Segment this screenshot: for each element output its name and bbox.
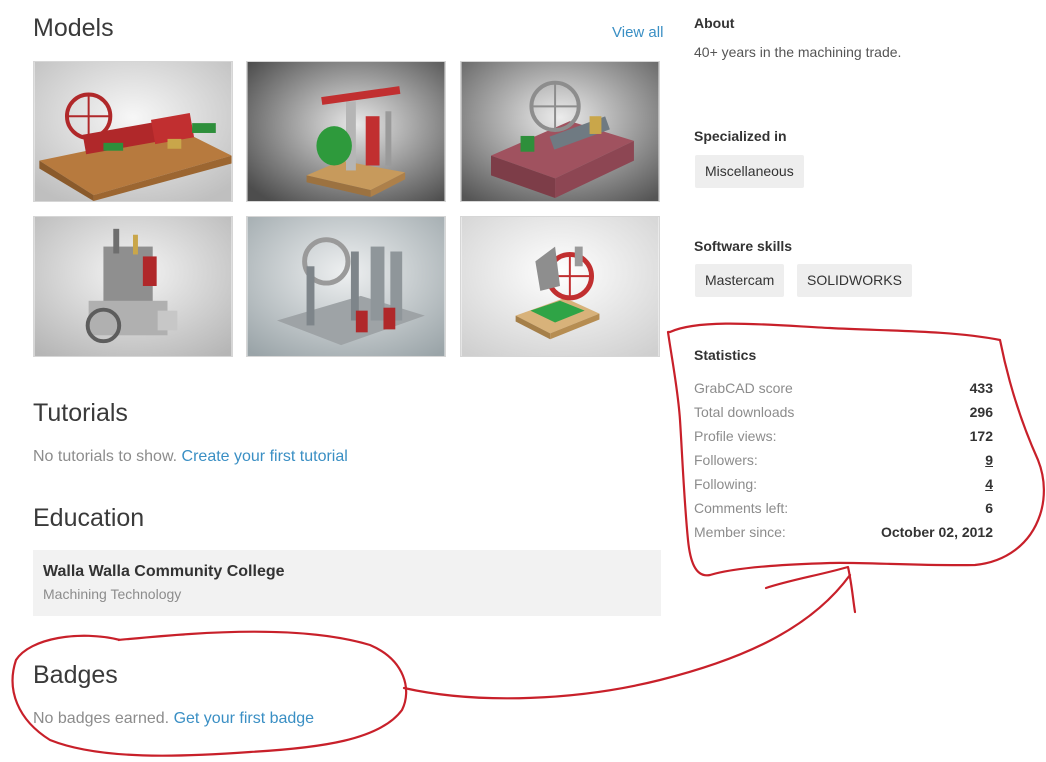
stat-row-profile-views: Profile views: 172 [694,424,993,448]
model-thumbnail-3[interactable] [460,61,660,202]
stat-value: 172 [969,428,993,444]
tag-software-mastercam[interactable]: Mastercam [695,264,785,297]
following-count-link[interactable]: 4 [985,476,993,492]
stat-value: October 02, 2012 [880,524,993,540]
about-heading: About [694,15,735,31]
stat-label: Comments left: [694,500,789,516]
stat-label: Total downloads [694,404,795,420]
software-skills-heading: Software skills [694,238,793,254]
get-first-badge-link[interactable]: Get your first badge [174,710,315,727]
column-engine-image [247,217,445,356]
stat-label: Followers: [694,452,758,468]
stat-row-member-since: Member since: October 02, 2012 [694,520,993,544]
beam-engine-image [247,62,445,201]
stat-row-grabcad-score: GrabCAD score 433 [694,376,993,400]
education-card: Walla Walla Community College Machining … [33,550,661,616]
statistics-list: GrabCAD score 433 Total downloads 296 Pr… [694,376,993,544]
statistics-heading: Statistics [694,347,757,363]
badges-circle-annotation [11,630,408,757]
tag-specialized-miscellaneous[interactable]: Miscellaneous [695,155,804,188]
badges-empty-text: No badges earned. [33,710,170,727]
badges-heading: Badges [33,661,118,689]
tutorials-empty-message: No tutorials to show. Create your first … [33,448,348,466]
stat-value: 6 [985,500,993,516]
stat-row-comments-left: Comments left: 6 [694,496,993,520]
stat-label: Following: [694,476,758,492]
tutorials-heading: Tutorials [33,399,128,427]
models-heading: Models [33,14,114,42]
badges-empty-message: No badges earned. Get your first badge [33,710,314,728]
create-tutorial-link[interactable]: Create your first tutorial [182,448,348,465]
about-text: 40+ years in the machining trade. [694,44,902,60]
specialized-heading: Specialized in [694,128,787,144]
model-thumbnail-6[interactable] [460,216,660,357]
education-heading: Education [33,504,145,532]
arrow-head-annotation [764,565,857,614]
stat-row-following: Following: 4 [694,472,993,496]
tag-software-solidworks[interactable]: SOLIDWORKS [797,264,912,297]
horizontal-engine-image [34,62,232,201]
rotary-engine-image [461,217,659,356]
model-thumbnail-1[interactable] [33,61,233,202]
stat-value: 296 [969,404,993,420]
stat-label: GrabCAD score [694,380,793,396]
followers-count-link[interactable]: 9 [985,452,993,468]
stat-label: Member since: [694,524,786,540]
school-name: Walla Walla Community College [43,563,285,580]
stat-value: 433 [969,380,993,396]
tutorials-empty-text: No tutorials to show. [33,448,178,465]
model-thumbnail-2[interactable] [246,61,446,202]
model-thumbnail-5[interactable] [246,216,446,357]
program-name: Machining Technology [43,586,182,602]
model-thumbnail-4[interactable] [33,216,233,357]
view-all-models-link[interactable]: View all [612,24,663,41]
vertical-engine-image [34,217,232,356]
stat-label: Profile views: [694,428,777,444]
brick-base-engine-image [461,62,659,201]
stat-row-total-downloads: Total downloads 296 [694,400,993,424]
stat-row-followers: Followers: 9 [694,448,993,472]
models-grid [33,61,661,358]
